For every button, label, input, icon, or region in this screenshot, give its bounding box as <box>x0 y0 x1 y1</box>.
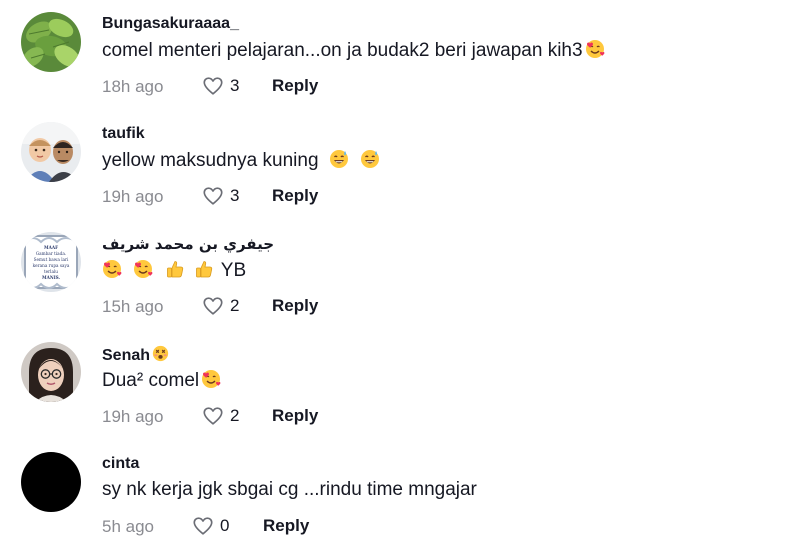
comment-time: 19h ago <box>102 187 164 206</box>
family-avatar-image <box>21 122 81 182</box>
like-count: 0 <box>220 516 230 535</box>
framed-text-avatar-image: MAAF Gambar tiada. Semut bawa lari keran… <box>21 232 81 292</box>
comment-time: 15h ago <box>102 297 164 316</box>
comment-item: taufik yellow maksudnya kuning 19h ago 3… <box>0 110 793 220</box>
comment-text: sy nk kerja jgk sbgai cg ...rindu time m… <box>102 479 477 500</box>
comment-meta: 15h ago 2 Reply <box>102 295 502 317</box>
avatar-text-line: kerana rupa saya <box>33 263 70 268</box>
comment-time: 5h ago <box>102 517 154 536</box>
comment-item: MAAF Gambar tiada. Semut bawa lari keran… <box>0 220 793 330</box>
like-count: 3 <box>230 76 240 95</box>
comment-text: yellow maksudnya kuning <box>102 149 382 172</box>
avatar-text-line: MAAF <box>44 245 58 250</box>
smiling-face-with-hearts-icon <box>201 369 221 389</box>
grinning-sweat-icon <box>329 149 349 169</box>
reply-button[interactable]: Reply <box>272 76 318 96</box>
heart-outline-icon[interactable] <box>202 295 224 317</box>
avatar[interactable]: MAAF Gambar tiada. Semut bawa lari keran… <box>21 232 81 292</box>
leaves-avatar-image <box>21 12 81 72</box>
reply-button[interactable]: Reply <box>263 516 309 536</box>
comment-item: Bungasakuraaaa_ comel menteri pelajaran.… <box>0 0 793 110</box>
avatar[interactable] <box>21 122 81 182</box>
reply-button[interactable]: Reply <box>272 296 318 316</box>
grinning-sweat-icon <box>360 149 380 169</box>
thumbs-up-icon <box>165 259 185 279</box>
reply-button[interactable]: Reply <box>272 186 318 206</box>
comment-username: Senah <box>102 345 171 365</box>
comment-username[interactable]: taufik <box>102 125 145 143</box>
comment-username[interactable]: جيفري بن محمد شريف <box>102 235 274 253</box>
heart-outline-icon[interactable] <box>202 405 224 427</box>
like-count: 2 <box>230 406 240 425</box>
comment-text-body: comel menteri pelajaran...on ja budak2 b… <box>102 40 583 61</box>
heart-outline-icon[interactable] <box>192 515 214 537</box>
avatar[interactable] <box>21 342 81 402</box>
comment-text-body: yellow maksudnya kuning <box>102 150 319 171</box>
comment-text: YB <box>102 259 246 282</box>
comment-text-body: YB <box>220 260 247 281</box>
comment-text: comel menteri pelajaran...on ja budak2 b… <box>102 39 607 62</box>
avatar[interactable] <box>21 12 81 72</box>
comment-item: Senah Dua² comel 19h ago 2 Reply <box>0 330 793 440</box>
comment-text: Dua² comel <box>102 369 223 392</box>
woman-glasses-avatar-image <box>21 342 81 402</box>
black-avatar-image <box>21 452 81 512</box>
comment-meta: 5h ago 0 Reply <box>102 515 502 537</box>
smiling-face-with-hearts-icon <box>102 259 122 279</box>
comment-time: 18h ago <box>102 77 164 96</box>
like-count: 3 <box>230 186 240 205</box>
smiling-face-with-hearts-icon <box>585 39 605 59</box>
smiling-face-with-hearts-icon <box>133 259 153 279</box>
comment-meta: 19h ago 2 Reply <box>102 405 502 427</box>
avatar-text-line: MANIS. <box>42 275 61 280</box>
avatar-text-line: Semut bawa lari <box>34 257 69 262</box>
comment-time: 19h ago <box>102 407 164 426</box>
comment-meta: 19h ago 3 Reply <box>102 185 502 207</box>
comment-username[interactable]: Bungasakuraaaa_ <box>102 15 239 33</box>
heart-outline-icon[interactable] <box>202 185 224 207</box>
comment-username-text[interactable]: Senah <box>102 347 150 364</box>
thumbs-up-icon <box>194 259 214 279</box>
comment-meta: 18h ago 3 Reply <box>102 75 502 97</box>
avatar[interactable] <box>21 452 81 512</box>
comment-username[interactable]: cinta <box>102 455 139 473</box>
dizzy-face-icon <box>152 345 169 362</box>
comment-text-body: Dua² comel <box>102 370 200 391</box>
like-count: 2 <box>230 296 240 315</box>
avatar-text-line: terlalu <box>44 269 58 274</box>
comment-item: cinta sy nk kerja jgk sbgai cg ...rindu … <box>0 440 793 550</box>
heart-outline-icon[interactable] <box>202 75 224 97</box>
reply-button[interactable]: Reply <box>272 406 318 426</box>
avatar-text-line: Gambar tiada. <box>36 251 66 256</box>
